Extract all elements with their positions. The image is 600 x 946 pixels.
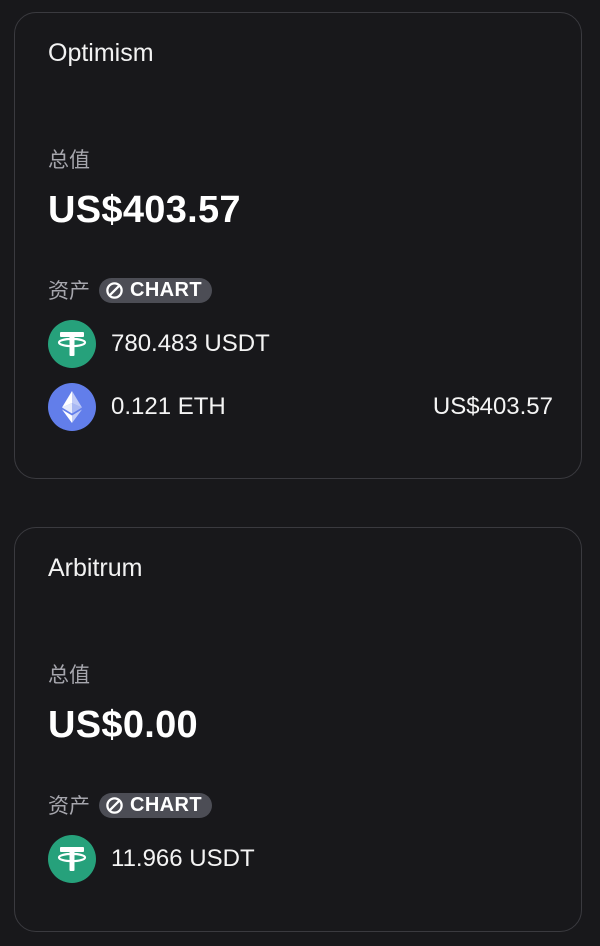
- token-amount: 0.121 ETH: [111, 393, 226, 420]
- usdt-icon: [48, 320, 96, 368]
- token-value: US$403.57: [432, 393, 553, 420]
- token-amount: 780.483 USDT: [111, 330, 270, 357]
- chart-badge-label: CHART: [130, 793, 202, 816]
- total-value-label: 总值: [48, 664, 90, 687]
- no-entry-icon: [106, 281, 123, 299]
- no-entry-icon: [106, 796, 123, 814]
- token-row[interactable]: 11.966 USDT: [48, 835, 553, 883]
- token-row[interactable]: 0.121 ETH US$403.57: [48, 383, 553, 431]
- network-card-arbitrum[interactable]: Arbitrum 总值 US$0.00 资产 CHART 11.966 USDT: [14, 527, 582, 932]
- chart-badge[interactable]: CHART: [99, 792, 212, 818]
- token-amount: 11.966 USDT: [111, 845, 255, 872]
- token-row[interactable]: 780.483 USDT: [48, 320, 553, 368]
- total-value: US$0.00: [48, 704, 198, 746]
- chart-badge[interactable]: CHART: [99, 277, 212, 303]
- assets-label: 资产: [48, 280, 90, 303]
- assets-header: 资产 CHART: [48, 790, 212, 820]
- total-value-label: 总值: [48, 149, 90, 172]
- total-value: US$403.57: [48, 189, 241, 231]
- assets-label: 资产: [48, 795, 90, 818]
- network-name: Optimism: [48, 39, 154, 67]
- usdt-icon: [48, 835, 96, 883]
- network-name: Arbitrum: [48, 554, 143, 582]
- network-card-optimism[interactable]: Optimism 总值 US$403.57 资产 CHART 780.483 U…: [14, 12, 582, 479]
- eth-icon: [48, 383, 96, 431]
- assets-header: 资产 CHART: [48, 275, 212, 305]
- chart-badge-label: CHART: [130, 278, 202, 301]
